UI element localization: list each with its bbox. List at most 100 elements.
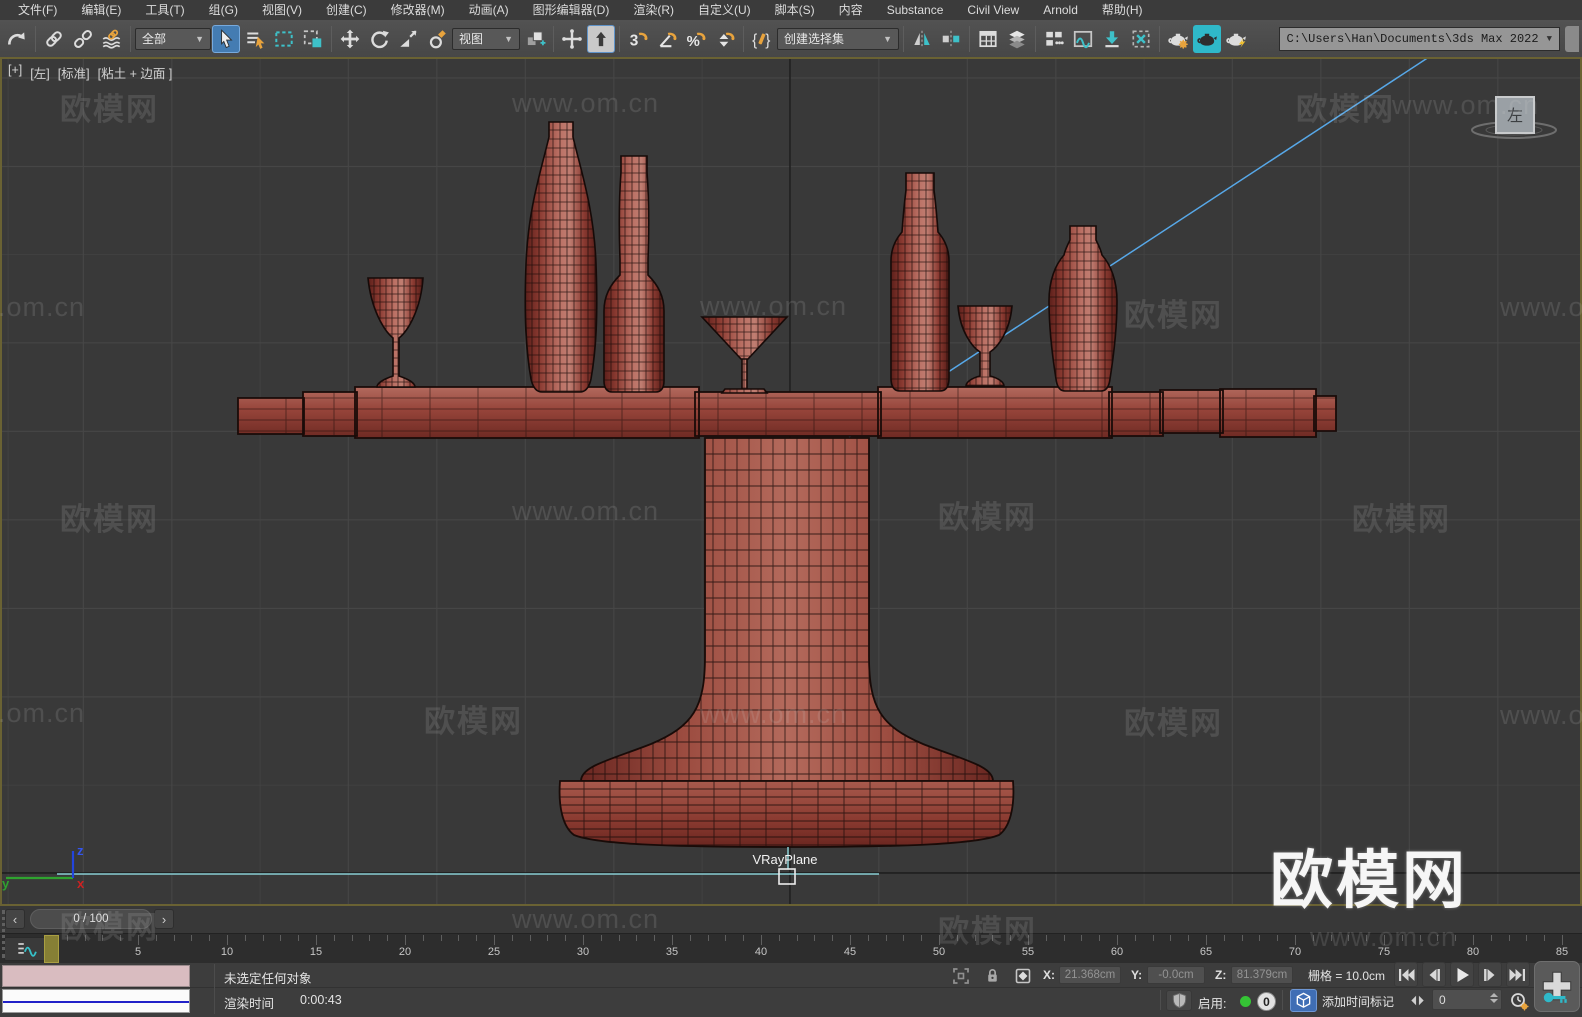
menu-item[interactable]: 自定义(U)	[686, 0, 763, 20]
add-time-tag-label[interactable]: 添加时间标记	[1322, 993, 1394, 1010]
select-and-place-button[interactable]	[423, 25, 451, 53]
snap-toggle-3d-button[interactable]	[624, 25, 652, 53]
scene-object-martini-glass[interactable]	[701, 316, 788, 394]
menu-item[interactable]: 渲染(R)	[621, 0, 686, 20]
spinner-snap-button[interactable]	[711, 25, 739, 53]
key-mode-toggle-button[interactable]	[1406, 990, 1428, 1011]
ruler-tick	[796, 935, 798, 941]
isolate-selection-button[interactable]	[948, 965, 974, 986]
toggle-layer-explorer-button[interactable]	[1003, 25, 1031, 53]
scene-object-wine-bottle[interactable]	[603, 155, 665, 393]
go-to-end-button[interactable]	[1506, 962, 1530, 987]
redo-button[interactable]	[3, 25, 31, 53]
keyboard-shortcut-override-button[interactable]	[587, 24, 615, 53]
select-and-rotate-button[interactable]	[365, 25, 393, 53]
menu-item[interactable]: 脚本(S)	[763, 0, 827, 20]
menu-item[interactable]: 文件(F)	[6, 0, 69, 20]
absolute-mode-button[interactable]	[1010, 965, 1036, 986]
scene-object-small-goblet[interactable]	[957, 305, 1013, 389]
select-link-button[interactable]	[40, 25, 68, 53]
previous-frame-arrow[interactable]: ‹	[5, 909, 25, 929]
viewport-menu-general[interactable]: [+]	[8, 63, 22, 82]
named-selection-sets-dropdown[interactable]: 创建选择集 ▼	[777, 27, 899, 50]
coord-z-field[interactable]: 81.379cm	[1231, 966, 1293, 984]
track-bar[interactable]: 0510152025303540455055606570758085	[0, 933, 1582, 963]
rendered-frame-window-button[interactable]	[1193, 24, 1221, 53]
selection-lock-button[interactable]	[980, 965, 1004, 986]
menu-item[interactable]: 组(G)	[197, 0, 250, 20]
menu-item[interactable]: 创建(C)	[314, 0, 379, 20]
time-slider-marker[interactable]	[44, 935, 59, 963]
viewport-menu-style[interactable]: [标准]	[58, 63, 90, 82]
render-production-button[interactable]	[1222, 25, 1250, 53]
edit-named-selection-sets-button[interactable]	[748, 25, 776, 53]
viewcube[interactable]: 左	[1471, 96, 1557, 139]
coord-y-label: Y:	[1131, 968, 1143, 982]
scene-object-cocktail-shaker[interactable]	[1048, 225, 1118, 392]
menu-item[interactable]: 动画(A)	[457, 0, 521, 20]
menu-item[interactable]: 帮助(H)	[1090, 0, 1155, 20]
menu-item[interactable]: Arnold	[1031, 0, 1090, 20]
percent-snap-button[interactable]	[682, 25, 710, 53]
use-pivot-center-button[interactable]	[521, 25, 549, 53]
current-frame-field[interactable]: 0	[1432, 989, 1502, 1010]
reference-coordinate-dropdown[interactable]: 视图 ▼	[452, 27, 520, 50]
scene-object-goblet[interactable]	[367, 277, 424, 391]
time-configuration-button[interactable]	[1506, 990, 1532, 1011]
select-object-button[interactable]	[212, 24, 240, 53]
set-key-button[interactable]	[1534, 961, 1580, 1012]
viewport-menu-shading[interactable]: [粘土 + 边面 ]	[98, 63, 173, 82]
go-to-start-button[interactable]	[1394, 962, 1418, 987]
toggle-ribbon-button[interactable]	[1040, 25, 1068, 53]
frame-spinner[interactable]	[1490, 993, 1498, 1003]
bind-to-spacewarp-button[interactable]	[98, 25, 126, 53]
next-frame-button[interactable]	[1478, 962, 1502, 987]
scene-object-bar-table-top[interactable]	[237, 386, 1337, 439]
toggle-scene-explorer-button[interactable]	[974, 25, 1002, 53]
time-slider[interactable]: 0 / 100	[30, 909, 152, 929]
count-badge[interactable]: 0	[1257, 992, 1276, 1011]
add-time-tag-cube-icon[interactable]	[1290, 989, 1317, 1012]
safe-scene-shield-button[interactable]	[1166, 990, 1192, 1011]
selection-filter-dropdown[interactable]: 全部 ▼	[135, 27, 211, 50]
material-editor-button[interactable]	[1127, 25, 1155, 53]
macro-recorder-pane[interactable]	[2, 965, 190, 987]
viewport-menu-pov[interactable]: [左]	[30, 63, 49, 82]
mirror-button[interactable]	[908, 25, 936, 53]
render-setup-button[interactable]	[1164, 25, 1192, 53]
unlink-button[interactable]	[69, 25, 97, 53]
angle-snap-button[interactable]	[653, 25, 681, 53]
toolbar-grip[interactable]	[2, 910, 6, 958]
rectangular-selection-region-button[interactable]	[270, 25, 298, 53]
window-crossing-button[interactable]	[299, 25, 327, 53]
menu-item[interactable]: 工具(T)	[133, 0, 196, 20]
menu-item[interactable]: 图形编辑器(D)	[521, 0, 622, 20]
scene-object-table-pedestal[interactable]	[558, 437, 1015, 848]
select-and-scale-button[interactable]	[394, 25, 422, 53]
menu-item[interactable]: 修改器(M)	[379, 0, 457, 20]
viewport-left[interactable]: VRayPlane 左 y z x [+] [左] [标准] [粘土 + 边面 …	[0, 57, 1582, 906]
menu-item[interactable]: 编辑(E)	[69, 0, 133, 20]
select-and-manipulate-button[interactable]	[558, 25, 586, 53]
scene-object-beer-bottle[interactable]	[890, 172, 950, 392]
align-button[interactable]	[937, 25, 965, 53]
play-button[interactable]	[1450, 962, 1474, 987]
next-frame-arrow[interactable]: ›	[154, 909, 174, 929]
ruler-tick	[1081, 935, 1083, 941]
select-by-name-button[interactable]	[241, 25, 269, 53]
ruler-tick	[1188, 935, 1190, 941]
menu-item[interactable]: Substance	[875, 0, 956, 20]
scene-object-vrayplane[interactable]: VRayPlane	[57, 847, 879, 885]
select-and-move-button[interactable]	[336, 25, 364, 53]
coord-x-field[interactable]: 21.368cm	[1059, 966, 1121, 984]
project-folder-field[interactable]: C:\Users\Han\Documents\3ds Max 2022 ▼	[1278, 26, 1560, 51]
menu-item[interactable]: 内容	[827, 0, 875, 20]
schematic-view-button[interactable]	[1098, 25, 1126, 53]
scene-object-tall-bottle[interactable]	[524, 121, 598, 393]
coord-y-field[interactable]: -0.0cm	[1147, 966, 1205, 984]
menu-item[interactable]: 视图(V)	[250, 0, 314, 20]
menu-item[interactable]: Civil View	[955, 0, 1031, 20]
previous-frame-button[interactable]	[1422, 962, 1446, 987]
maxscript-listener-pane[interactable]	[2, 989, 190, 1013]
curve-editor-button[interactable]	[1069, 25, 1097, 53]
